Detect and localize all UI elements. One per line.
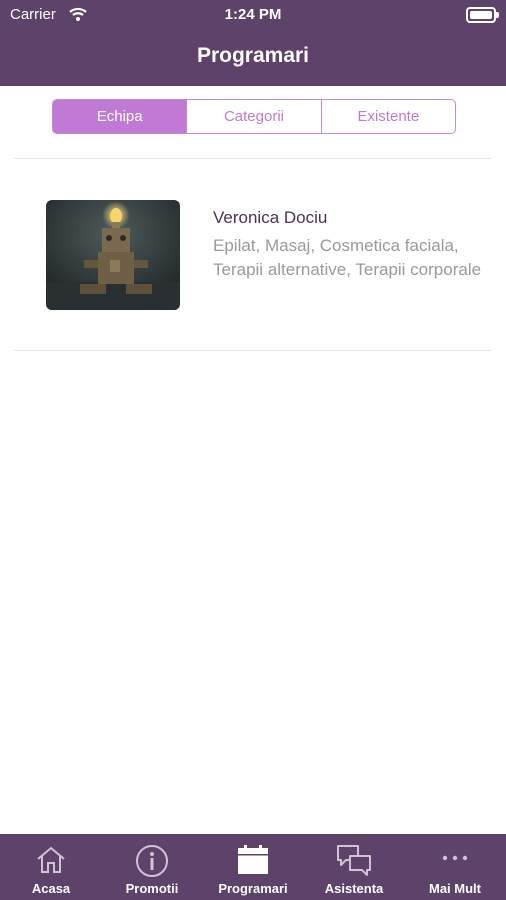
- tab-asistenta[interactable]: Asistenta: [304, 834, 404, 900]
- tab-label: Mai Mult: [429, 881, 481, 896]
- staff-name: Veronica Dociu: [213, 208, 328, 227]
- status-bar: Carrier 1:24 PM: [0, 0, 506, 30]
- segmented-control: Echipa Categorii Existente: [52, 99, 456, 134]
- home-icon: [37, 846, 65, 873]
- tab-label: Programari: [218, 881, 288, 896]
- tab-bar: Acasa Promotii Programari Asistenta Mai …: [0, 834, 506, 900]
- tab-label: Promotii: [125, 881, 179, 896]
- staff-services: Epilat, Masaj, Cosmetica faciala, Terapi…: [213, 236, 482, 279]
- tab-label: Asistenta: [324, 881, 384, 896]
- list-item[interactable]: Veronica Dociu Epilat, Masaj, Cosmetica …: [0, 176, 506, 326]
- segment-echipa[interactable]: Echipa: [53, 100, 187, 133]
- tab-mai-mult[interactable]: Mai Mult: [405, 834, 505, 900]
- segment-categorii[interactable]: Categorii: [186, 100, 320, 133]
- divider: [14, 158, 492, 159]
- tab-promotii[interactable]: Promotii: [102, 834, 202, 900]
- page-title: Programari: [196, 44, 310, 67]
- more-dots-icon: [442, 855, 468, 861]
- segment-existente[interactable]: Existente: [320, 100, 455, 133]
- info-icon: [136, 845, 168, 877]
- divider: [14, 350, 492, 351]
- tab-programari[interactable]: Programari: [203, 834, 303, 900]
- battery-icon: [466, 7, 499, 23]
- tab-label: Acasa: [31, 881, 71, 896]
- nav-bar: Carrier 1:24 PM Programari: [0, 0, 506, 86]
- chat-bubbles-icon: [337, 845, 371, 876]
- tab-acasa[interactable]: Acasa: [1, 834, 101, 900]
- calendar-icon: [238, 845, 268, 874]
- status-time: 1:24 PM: [224, 6, 282, 23]
- staff-photo: [46, 200, 180, 310]
